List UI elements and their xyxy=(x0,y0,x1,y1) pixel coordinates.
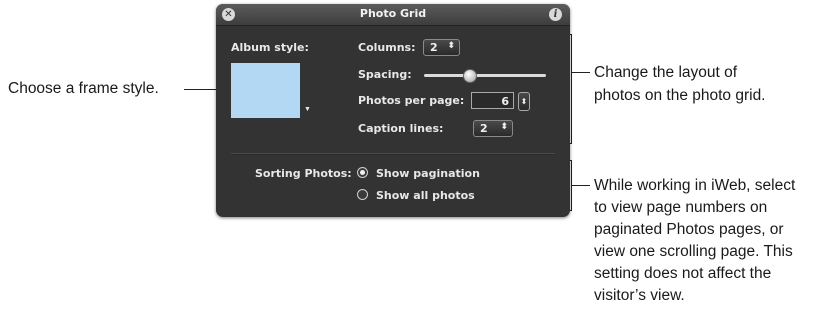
album-style-swatch[interactable] xyxy=(231,63,300,118)
sorting-photos-label: Sorting Photos: xyxy=(255,167,352,180)
updown-arrows-icon: ⬍ xyxy=(500,122,508,132)
callout-layout-line2: photos on the photo grid. xyxy=(594,87,766,104)
callout-sorting-line1: While working in iWeb, select xyxy=(594,177,796,194)
title-bar[interactable]: ✕ Photo Grid i xyxy=(216,4,570,26)
spacing-slider-knob[interactable] xyxy=(463,69,478,83)
callout-sorting-line6: visitor’s view. xyxy=(594,287,685,304)
album-style-label: Album style: xyxy=(231,41,309,54)
triangle-down-icon[interactable]: ▼ xyxy=(304,106,311,113)
show-pagination-label[interactable]: Show pagination xyxy=(376,167,480,180)
sorting-bracket-pointer xyxy=(571,185,590,186)
columns-label: Columns: xyxy=(358,41,416,54)
spacing-slider-track[interactable] xyxy=(424,74,546,77)
show-all-photos-label[interactable]: Show all photos xyxy=(376,189,475,202)
photos-per-page-field[interactable]: 6 xyxy=(471,92,514,109)
columns-value: 2 xyxy=(430,41,438,54)
spacing-label: Spacing: xyxy=(358,68,412,81)
photos-per-page-stepper[interactable]: ⬍ xyxy=(518,92,530,111)
callout-frame-style: Choose a frame style. xyxy=(8,80,159,97)
layout-bracket-vertical xyxy=(571,34,572,144)
photo-grid-panel: ✕ Photo Grid i Album style: ▼ Columns: 2… xyxy=(216,4,570,217)
caption-lines-popup[interactable]: 2 ⬍ xyxy=(473,120,513,137)
photos-per-page-label: Photos per page: xyxy=(358,94,465,107)
callout-sorting-line3: paginated Photos pages, or xyxy=(594,221,784,238)
radio-show-pagination[interactable] xyxy=(357,167,368,178)
caption-lines-label: Caption lines: xyxy=(358,122,444,135)
callout-sorting-line2: to view page numbers on xyxy=(594,199,768,216)
callout-sorting-line4: view one scrolling page. This xyxy=(594,243,793,260)
columns-popup[interactable]: 2 ⬍ xyxy=(423,39,460,56)
panel-title: Photo Grid xyxy=(359,7,427,20)
layout-bracket-pointer xyxy=(571,72,590,73)
callout-sorting-line5: setting does not affect the xyxy=(594,265,772,282)
radio-show-all-photos[interactable] xyxy=(357,189,368,200)
callout-layout-line1: Change the layout of xyxy=(594,64,738,81)
caption-lines-value: 2 xyxy=(480,122,488,135)
info-icon[interactable]: i xyxy=(549,8,562,21)
separator xyxy=(231,153,555,155)
updown-arrows-icon: ⬍ xyxy=(447,41,455,51)
